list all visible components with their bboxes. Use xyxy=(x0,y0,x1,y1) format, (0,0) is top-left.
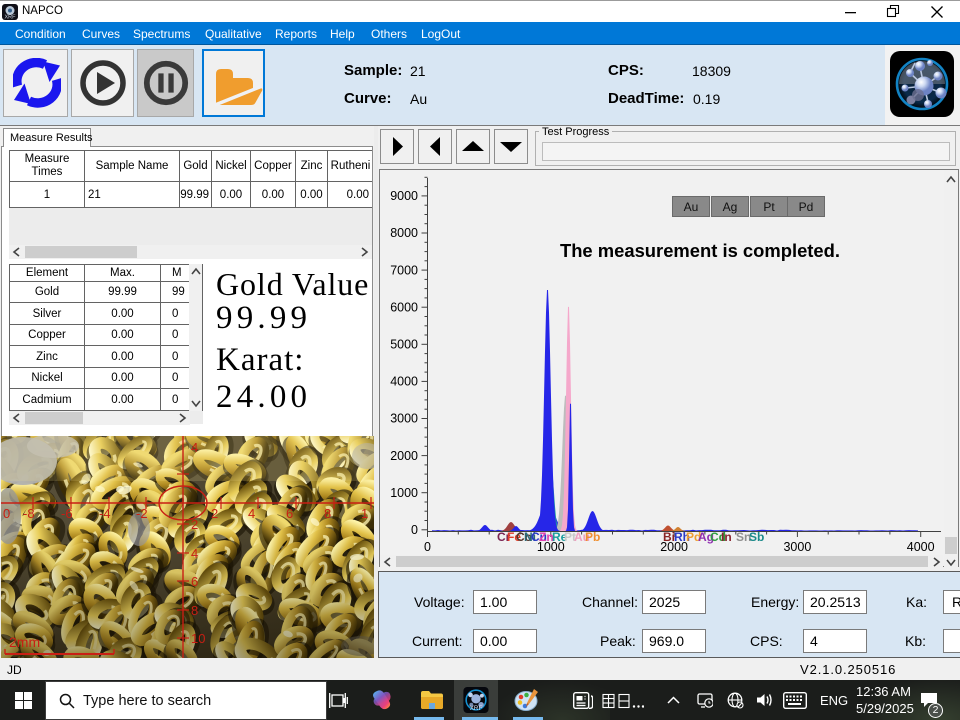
svg-text:0: 0 xyxy=(424,540,431,554)
svg-text:5000: 5000 xyxy=(390,338,418,352)
svg-text:1: 1 xyxy=(361,506,368,521)
svg-text:4: 4 xyxy=(248,506,255,521)
svg-text:1000: 1000 xyxy=(390,486,418,500)
svg-text:0: 0 xyxy=(3,506,10,521)
svg-text:3000: 3000 xyxy=(390,412,418,426)
svg-text:3000: 3000 xyxy=(783,540,811,554)
svg-text:-8: -8 xyxy=(23,506,35,521)
svg-text:-4: -4 xyxy=(99,506,111,521)
svg-text:-6: -6 xyxy=(61,506,73,521)
svg-text:6: 6 xyxy=(286,506,293,521)
svg-text:9000: 9000 xyxy=(390,189,418,203)
svg-text:8: 8 xyxy=(324,506,331,521)
svg-text:8000: 8000 xyxy=(390,226,418,240)
svg-text:6: 6 xyxy=(191,574,198,589)
svg-text:In: In xyxy=(721,530,732,544)
svg-text:4: 4 xyxy=(191,546,198,561)
svg-text:6000: 6000 xyxy=(390,300,418,314)
svg-text:0: 0 xyxy=(411,523,418,537)
svg-text:Sb: Sb xyxy=(749,530,764,544)
svg-text:10: 10 xyxy=(191,631,205,646)
svg-text:XRF: XRF xyxy=(5,15,17,21)
svg-text:2mm: 2mm xyxy=(9,634,40,650)
svg-text:2: 2 xyxy=(211,506,218,521)
svg-text:7000: 7000 xyxy=(390,263,418,277)
svg-text:4000: 4000 xyxy=(907,540,935,554)
svg-text:4: 4 xyxy=(191,440,198,455)
svg-text:XRF: XRF xyxy=(470,705,483,712)
svg-text:2000: 2000 xyxy=(390,449,418,463)
svg-text:Pb: Pb xyxy=(585,530,600,544)
svg-text:8: 8 xyxy=(191,603,198,618)
svg-text:-2: -2 xyxy=(136,506,148,521)
svg-text:4000: 4000 xyxy=(390,375,418,389)
